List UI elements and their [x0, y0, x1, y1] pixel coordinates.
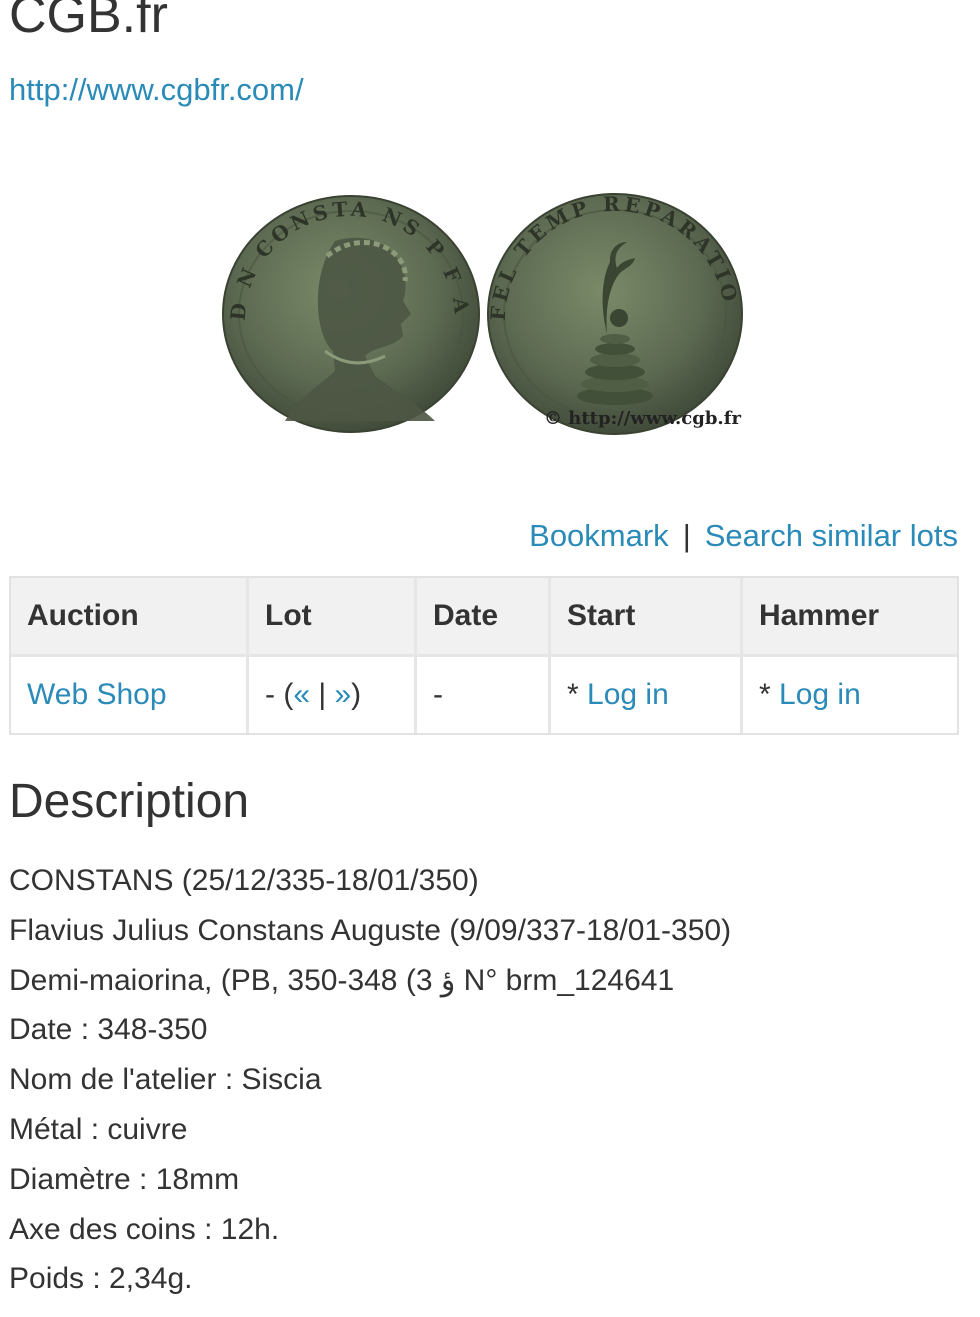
coin-photo: D N CONSTA NS P F AVG FEL TEMP REPARATIO — [215, 186, 743, 435]
web-shop-link[interactable]: Web Shop — [27, 678, 167, 711]
cell-date: - — [417, 657, 551, 733]
description-line: Diamètre : 18mm — [9, 1162, 240, 1196]
description-line: Métal : cuivre — [9, 1112, 188, 1146]
lot-prefix: - ( — [265, 678, 294, 711]
cell-lot: - (« | ») — [249, 657, 417, 733]
site-title: CGB.fr — [9, 0, 168, 44]
description-line: Nom de l'atelier : Siscia — [9, 1063, 322, 1097]
header-date: Date — [417, 578, 551, 657]
hammer-prefix: * — [759, 678, 780, 711]
action-separator: | — [682, 518, 691, 553]
start-login-link[interactable]: Log in — [587, 678, 669, 711]
start-prefix: * — [567, 678, 588, 711]
coin-reverse: FEL TEMP REPARATIO — [486, 192, 743, 435]
header-lot: Lot — [249, 578, 417, 657]
lot-actions: Bookmark | Search similar lots — [529, 517, 958, 555]
auction-table: Auction Lot Date Start Hammer Web Shop -… — [9, 576, 959, 735]
header-auction: Auction — [11, 578, 249, 657]
bookmark-link[interactable]: Bookmark — [529, 518, 669, 553]
description-line: Axe des coins : 12h. — [9, 1212, 280, 1246]
hammer-login-link[interactable]: Log in — [779, 678, 861, 711]
previous-lot-link[interactable]: « — [293, 678, 310, 711]
header-hammer: Hammer — [743, 578, 957, 657]
description-line: Flavius Julius Constans Auguste (9/09/33… — [9, 913, 732, 947]
description-line: Poids : 2,34g. — [9, 1262, 193, 1296]
description-line: Demi-maiorina, (PB, 350-348 (3 ؤ N° brm_… — [9, 963, 675, 997]
next-lot-link[interactable]: » — [334, 678, 351, 711]
description-line: Date : 348-350 — [9, 1013, 208, 1047]
description-body: CONSTANS (25/12/335-18/01/350) Flavius J… — [9, 856, 731, 1304]
table-row: Web Shop - (« | ») - * Log in * Log in — [11, 657, 957, 733]
lot-separator: | — [310, 678, 335, 711]
cell-hammer: * Log in — [743, 657, 957, 733]
lot-suffix: ) — [351, 678, 362, 711]
table-header-row: Auction Lot Date Start Hammer — [11, 578, 957, 657]
site-url-link[interactable]: http://www.cgbfr.com/ — [9, 72, 304, 108]
image-copyright: © http://www.cgb.fr — [544, 408, 741, 429]
search-similar-link[interactable]: Search similar lots — [705, 518, 958, 553]
cell-start: * Log in — [551, 657, 743, 733]
description-title: Description — [9, 775, 250, 828]
coin-obverse: D N CONSTA NS P F AVG — [215, 186, 480, 433]
description-line: CONSTANS (25/12/335-18/01/350) — [9, 864, 479, 897]
cell-auction: Web Shop — [11, 657, 249, 733]
header-start: Start — [551, 578, 743, 657]
